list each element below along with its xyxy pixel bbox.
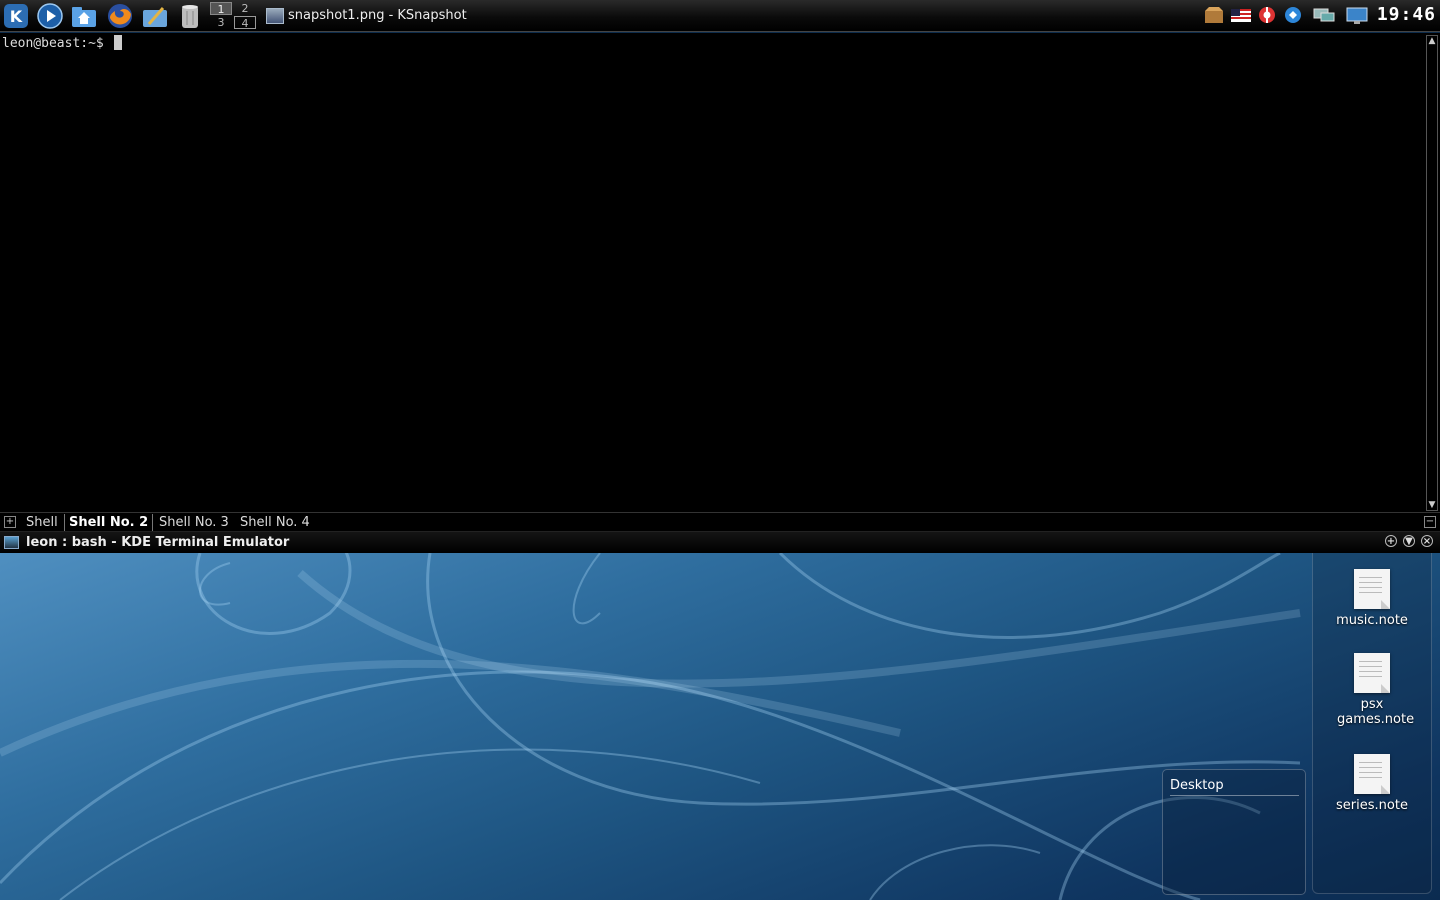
network-icon[interactable] (1282, 5, 1304, 25)
terminal-tabbar: + Shell Shell No. 2 Shell No. 3 Shell No… (0, 512, 1440, 532)
text-cursor (113, 35, 122, 50)
plasmoid-title: Desktop (1170, 778, 1299, 796)
file-label: psx games.note (1337, 697, 1415, 727)
home-folder-icon[interactable] (70, 2, 98, 30)
terminal-window: leon@beast:~$ ▲ ▼ + Shell Shell No. 2 Sh… (0, 33, 1440, 554)
terminal-screen[interactable]: leon@beast:~$ (0, 33, 1424, 511)
file-label: music.note (1336, 613, 1408, 628)
desktop[interactable]: Desktop music.note psx games.note series… (0, 553, 1440, 900)
ksnapshot-icon (266, 8, 284, 24)
firefox-icon[interactable] (106, 2, 134, 30)
pager-desktop-3[interactable]: 3 (210, 16, 232, 29)
terminal-scrollbar[interactable]: ▲ ▼ (1426, 35, 1438, 511)
package-icon[interactable] (1203, 5, 1225, 25)
pager-desktop-2[interactable]: 2 (234, 2, 256, 15)
close-icon[interactable]: × (1421, 535, 1433, 547)
tab-shell-no-4[interactable]: Shell No. 4 (236, 514, 314, 531)
prompt-line: leon@beast:~$ (2, 35, 122, 51)
trash-icon[interactable] (176, 2, 204, 30)
text-file-icon (1354, 653, 1390, 693)
chevron-down-icon[interactable]: ▼ (1427, 500, 1437, 510)
keyboard-layout-flag-icon[interactable] (1230, 5, 1252, 25)
tab-shell-no-3[interactable]: Shell No. 3 (155, 514, 233, 531)
pager-desktop-4[interactable]: 4 (234, 16, 256, 30)
desktop-icon[interactable] (1346, 5, 1368, 25)
menu-down-icon[interactable]: ▼ (1403, 535, 1415, 547)
close-tab-icon[interactable]: − (1424, 516, 1436, 528)
shell-prompt: leon@beast:~$ (2, 36, 112, 51)
text-file-icon (1354, 569, 1390, 609)
plus-icon[interactable]: + (1385, 535, 1397, 547)
svg-text:K: K (10, 7, 23, 26)
lifebuoy-icon[interactable] (1256, 5, 1278, 25)
taskbar-task-ksnapshot[interactable]: snapshot1.png - KSnapshot (266, 5, 467, 27)
tab-shell-no-2[interactable]: Shell No. 2 (64, 514, 154, 531)
desktop-file-music-note[interactable]: music.note (1313, 569, 1431, 628)
monitor-icon[interactable] (1313, 5, 1335, 25)
desktop-file-psx-games-note[interactable]: psx games.note (1313, 653, 1431, 727)
terminal-titlebar: leon : bash - KDE Terminal Emulator + ▼ … (0, 531, 1440, 553)
taskbar: K 1 2 3 4 snapshot1.png - KSnapshot 19:4… (0, 0, 1440, 32)
folder-view: music.note psx games.note series.note (1312, 553, 1432, 894)
text-editor-icon[interactable] (141, 2, 169, 30)
new-tab-icon[interactable]: + (4, 516, 16, 528)
kde-menu-icon[interactable]: K (2, 2, 30, 30)
media-player-icon[interactable] (36, 2, 64, 30)
desktop-pager: 1 2 3 4 (210, 2, 256, 30)
task-title: snapshot1.png - KSnapshot (288, 8, 467, 23)
desktop-file-series-note[interactable]: series.note (1313, 754, 1431, 813)
tab-shell[interactable]: Shell (22, 514, 62, 531)
desktop-plasmoid[interactable]: Desktop (1162, 769, 1306, 895)
konsole-icon (4, 536, 19, 549)
window-title: leon : bash - KDE Terminal Emulator (26, 535, 290, 550)
file-label: series.note (1336, 798, 1408, 813)
clock[interactable]: 19:46 (1377, 4, 1436, 25)
chevron-up-icon[interactable]: ▲ (1427, 36, 1437, 46)
text-file-icon (1354, 754, 1390, 794)
pager-desktop-1[interactable]: 1 (210, 2, 232, 16)
